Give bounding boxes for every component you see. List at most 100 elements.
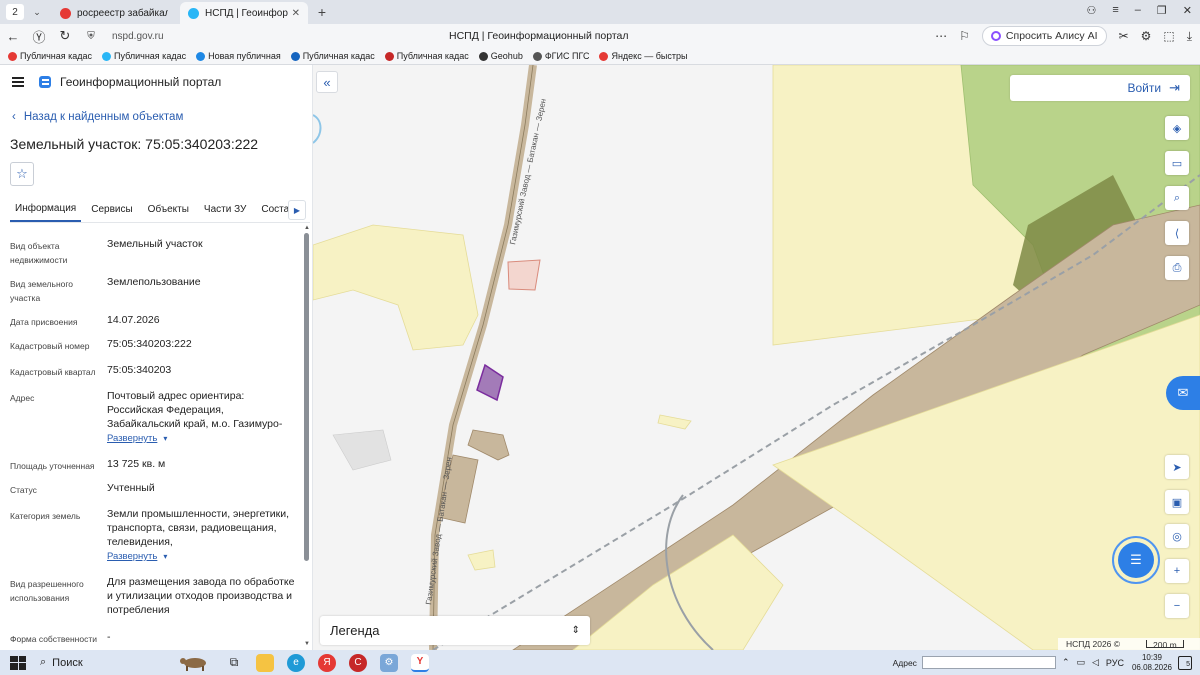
share-button[interactable]: ⟨ — [1165, 221, 1189, 245]
language-indicator[interactable]: РУС — [1106, 658, 1124, 668]
area-search-button[interactable]: ⌕ — [1165, 186, 1189, 210]
notification-icon[interactable]: 5 — [1178, 655, 1192, 670]
tabs-scroll-right-button[interactable]: ▶ — [288, 200, 306, 220]
notification-count: 5 — [1186, 660, 1190, 668]
tab-objects[interactable]: Объекты — [143, 204, 194, 221]
expand-collapse-icon[interactable]: ⇕ — [572, 625, 580, 636]
volume-icon[interactable]: ◁ — [1092, 657, 1099, 668]
file-explorer-icon[interactable] — [256, 653, 274, 672]
app-c-icon[interactable]: C — [349, 653, 367, 672]
lock-icon[interactable]: ⛨ — [78, 31, 104, 42]
scroll-up-arrow-icon[interactable]: ▲ — [304, 225, 310, 231]
chat-assistant-button[interactable]: ☰ — [1112, 536, 1160, 584]
panel-scrollbar-thumb[interactable] — [304, 233, 309, 561]
login-button[interactable]: Войти ⇥ — [1010, 75, 1190, 101]
browser-tab-nspd[interactable]: НСПД | Геоинформацио ✕ — [180, 2, 308, 24]
menu-icon[interactable]: ≡ — [1112, 4, 1118, 17]
measure-button[interactable]: ▭ — [1165, 151, 1189, 175]
maximize-icon[interactable]: ❐ — [1157, 4, 1167, 17]
bookmark-label: Geohub — [490, 51, 523, 61]
yandex-logo-icon[interactable]: Ⓨ — [26, 27, 52, 46]
legend-panel[interactable]: Легенда ⇕ — [320, 616, 590, 645]
bookmark-icon[interactable]: ⚐ — [959, 29, 970, 43]
attribute-label: Форма собственности — [10, 634, 97, 644]
back-arrow-icon[interactable]: ← — [0, 29, 26, 44]
collapse-panel-button[interactable]: « — [316, 71, 338, 93]
attribute-value: Земли промышленности, энергетики, трансп… — [107, 507, 297, 564]
info-tabs: Информация Сервисы Объекты Части ЗУ Сост… — [10, 199, 310, 223]
hamburger-menu-icon[interactable] — [12, 77, 24, 87]
zoom-out-button[interactable]: − — [1165, 594, 1189, 618]
clock[interactable]: 10:39 06.08.2026 — [1132, 653, 1172, 673]
layers-button[interactable]: ◈ — [1165, 116, 1189, 140]
yandex-browser-icon[interactable]: Я — [318, 653, 336, 672]
zone-yellow-left[interactable] — [313, 224, 479, 351]
edge-browser-icon[interactable]: e — [287, 653, 305, 672]
address-toolbar-input[interactable] — [921, 656, 1056, 669]
parcel-yellow-bottom-small[interactable] — [467, 549, 496, 571]
reload-icon[interactable]: ↻ — [52, 28, 78, 44]
map-canvas[interactable]: Газимурский Завод — Батакан — Зерен Гази… — [313, 65, 1200, 650]
basemap-button[interactable]: ▣ — [1165, 490, 1189, 514]
bookmark-favicon-icon — [102, 51, 112, 61]
parcel-red-outline[interactable] — [507, 259, 541, 291]
tools-icon[interactable]: ✂ — [1119, 29, 1129, 43]
extensions-icon[interactable]: ⚙ — [1141, 29, 1152, 43]
attribute-value: 14.07.2026 — [107, 314, 160, 326]
favorite-star-button[interactable]: ☆ — [10, 162, 34, 186]
location-pin-button[interactable]: ◎ — [1165, 524, 1189, 548]
bookmark-label: Публичная кадас — [20, 51, 93, 61]
minimize-icon[interactable]: – — [1135, 4, 1141, 17]
selected-parcel[interactable] — [476, 363, 504, 402]
new-tab-plus-icon[interactable]: + — [314, 4, 330, 20]
tray-arrow-icon[interactable]: ⌃ — [1062, 657, 1070, 668]
task-view-icon[interactable]: ⧉ — [225, 654, 243, 672]
geolocation-button[interactable]: ➤ — [1165, 455, 1189, 479]
bookmark-item[interactable]: Публичная кадас — [384, 51, 469, 61]
browser-tab-bar: 2 ⌄ росреестр забайкальский НСПД | Геоин… — [0, 0, 1200, 24]
bookmark-label: Публичная кадас — [114, 51, 187, 61]
bookmark-label: Яндекс — быстры — [611, 51, 688, 61]
close-tab-icon[interactable]: ✕ — [292, 8, 300, 19]
parcel-tan-a[interactable] — [467, 429, 510, 461]
chevron-down-icon[interactable]: ▾ — [163, 434, 167, 443]
ask-alisa-button[interactable]: Спросить Алису AI — [981, 26, 1107, 46]
chevron-down-icon[interactable]: ⌄ — [30, 7, 44, 18]
print-button[interactable]: ⎙ — [1165, 256, 1189, 280]
bookmark-item[interactable]: Публичная кадас — [290, 51, 375, 61]
attribute-value: Почтовый адрес ориентира: Российская Фед… — [107, 389, 297, 446]
tab-services[interactable]: Сервисы — [86, 204, 137, 221]
yandex-app-icon[interactable]: Y — [411, 653, 429, 672]
tab-parts[interactable]: Части ЗУ — [199, 204, 251, 221]
expand-category-link[interactable]: Развернуть — [107, 550, 157, 564]
feedback-side-tab[interactable]: ✉ — [1166, 376, 1200, 410]
download-icon[interactable]: ⤓ — [1187, 29, 1192, 44]
parcel-grey[interactable] — [332, 429, 392, 471]
taskbar-search[interactable]: ⌕ Поиск — [40, 653, 212, 672]
user-profile-icon[interactable]: ⚇ — [1086, 4, 1096, 17]
bookmark-item[interactable]: Публичная кадас — [8, 51, 92, 61]
back-to-results-link[interactable]: ‹ Назад к найденным объектам — [12, 111, 183, 123]
close-window-icon[interactable]: ✕ — [1183, 4, 1192, 17]
parcel-yellow-small[interactable] — [657, 414, 692, 430]
browser-tab-rosreestr[interactable]: росреестр забайкальский — [52, 2, 176, 24]
chevron-down-icon[interactable]: ▾ — [163, 552, 167, 561]
bookmark-item[interactable]: Публичная кадас — [102, 51, 186, 61]
bookmark-item[interactable]: Geohub — [478, 51, 523, 61]
more-dots-icon[interactable]: ⋯ — [935, 29, 947, 43]
bookmark-item[interactable]: Новая публичная — [196, 51, 281, 61]
scroll-down-arrow-icon[interactable]: ▼ — [304, 641, 310, 647]
zoom-in-button[interactable]: + — [1165, 559, 1189, 583]
object-title: Земельный участок: 75:05:340203:222 — [10, 136, 259, 152]
url-field[interactable]: nspd.gov.ru — [112, 31, 312, 42]
tab-information[interactable]: Информация — [10, 203, 82, 222]
network-tool-icon[interactable]: ⚙ — [380, 653, 398, 672]
bookmark-item[interactable]: ФГИС ПГС — [532, 51, 589, 61]
windows-start-icon[interactable] — [10, 655, 26, 670]
collections-icon[interactable]: ⬚ — [1163, 29, 1174, 43]
tab-count-badge[interactable]: 2 — [6, 4, 24, 20]
network-icon[interactable]: ▭ — [1076, 657, 1085, 668]
expand-address-link[interactable]: Развернуть — [107, 432, 157, 446]
chevron-left-icon: ‹ — [12, 111, 16, 123]
bookmark-item[interactable]: Яндекс — быстры — [599, 51, 687, 61]
